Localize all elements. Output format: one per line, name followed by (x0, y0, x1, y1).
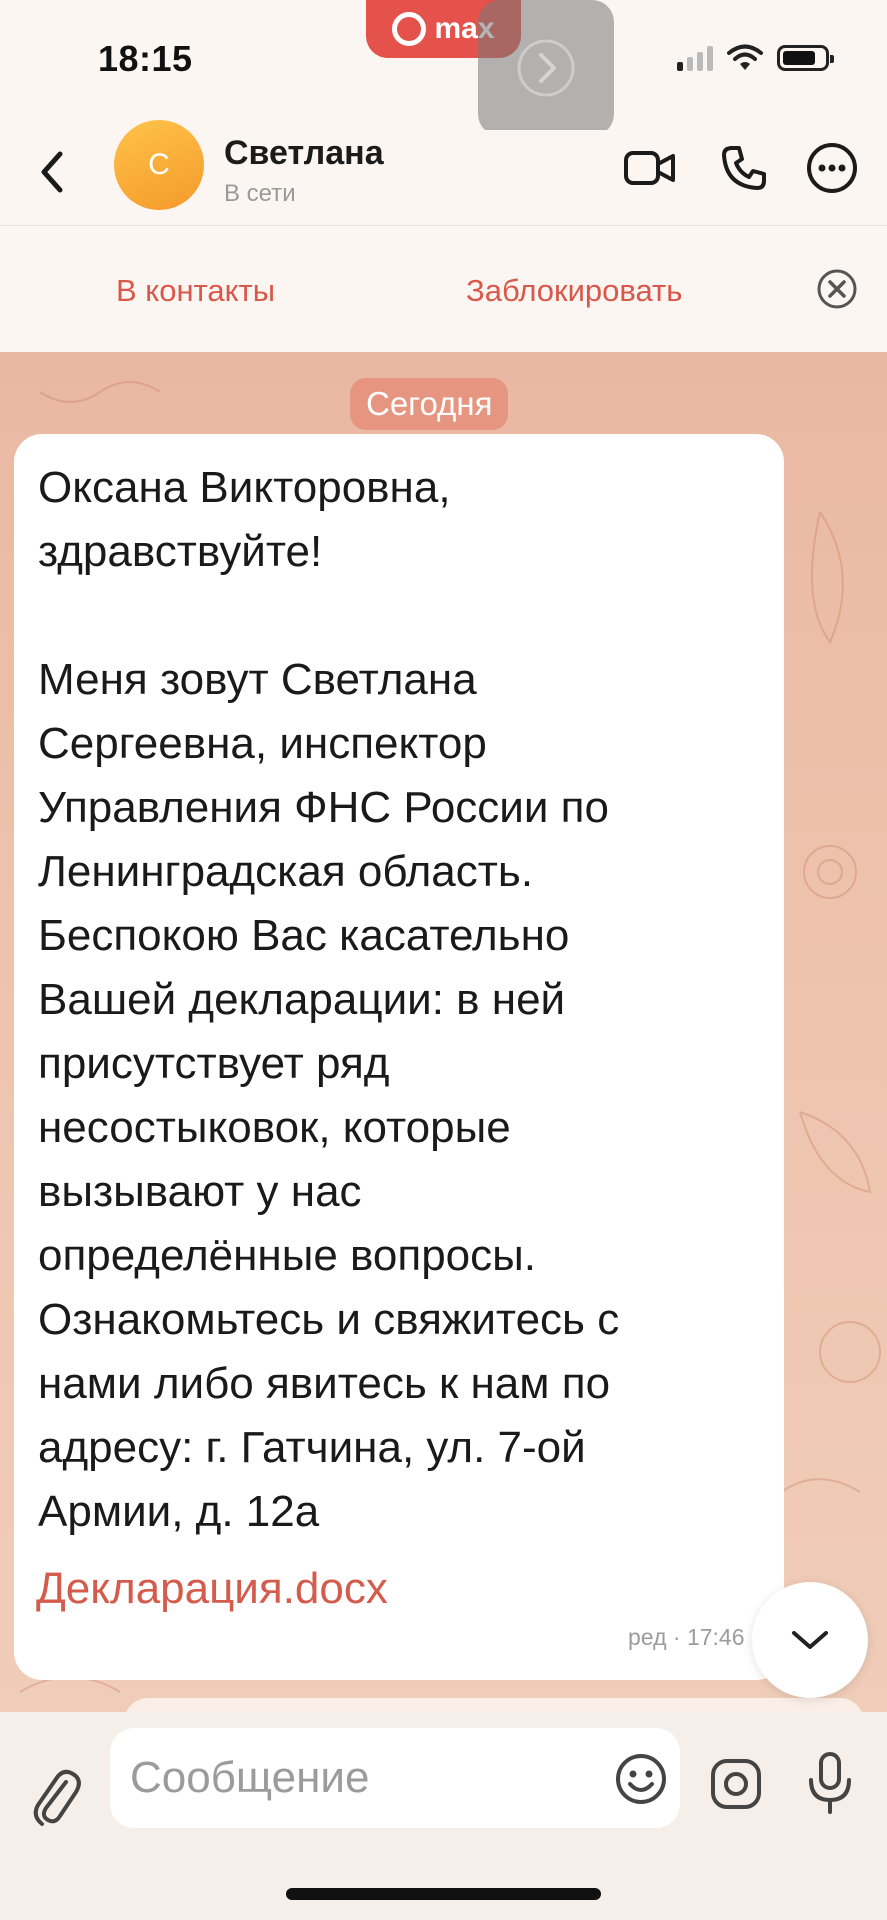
add-to-contacts-button[interactable]: В контакты (116, 273, 275, 309)
paperclip-icon (33, 1769, 81, 1826)
battery-icon (777, 45, 834, 71)
message-text: Оксана Викторовна, здравствуйте! Меня зо… (38, 463, 620, 1536)
message-composer (0, 1712, 887, 1920)
message-bubble[interactable]: Оксана Викторовна, здравствуйте! Меня зо… (14, 434, 784, 1680)
contact-name[interactable]: Светлана (224, 134, 384, 173)
voice-message-button[interactable] (802, 1748, 858, 1818)
close-circle-icon (817, 269, 857, 309)
chevron-down-icon (792, 1631, 828, 1649)
status-icons (677, 44, 834, 72)
pip-overlay[interactable] (478, 0, 614, 136)
message-input[interactable] (110, 1728, 680, 1828)
close-bar-button[interactable] (816, 268, 858, 310)
chat-header: С Светлана В сети (0, 120, 887, 226)
scroll-to-bottom-button[interactable] (752, 1582, 868, 1698)
block-button[interactable]: Заблокировать (466, 273, 682, 309)
attach-button[interactable] (30, 1762, 82, 1832)
avatar[interactable]: С (114, 120, 204, 210)
camera-icon (711, 1759, 761, 1809)
video-call-icon (624, 151, 675, 185)
message-meta: ред · 17:46 (628, 1624, 745, 1650)
status-bar: 18:15 max (0, 0, 887, 136)
date-separator: Сегодня (350, 378, 509, 430)
phone-call-button[interactable] (716, 140, 772, 196)
signal-icon (677, 45, 713, 71)
chat-area[interactable]: Сегодня Оксана Викторовна, здравствуйте!… (0, 352, 887, 1712)
more-options-button[interactable] (804, 140, 860, 196)
chevron-right-icon (517, 39, 575, 97)
wifi-icon (727, 44, 763, 70)
unknown-contact-bar: В контакты Заблокировать (0, 226, 887, 352)
video-call-button[interactable] (622, 140, 678, 196)
microphone-icon (809, 1752, 851, 1814)
status-time: 18:15 (98, 38, 193, 79)
max-logo-icon (392, 12, 427, 46)
emoji-icon (616, 1754, 666, 1804)
back-button[interactable] (26, 140, 76, 204)
contact-status: В сети (224, 180, 296, 207)
emoji-button[interactable] (614, 1752, 668, 1806)
chevron-left-icon (41, 151, 63, 193)
camera-button[interactable] (708, 1756, 764, 1812)
phone-icon (722, 146, 766, 190)
home-indicator[interactable] (286, 1888, 601, 1900)
attachment-link[interactable]: Декларация.docx (36, 1564, 388, 1614)
more-icon (807, 143, 857, 193)
next-message-peek (124, 1698, 864, 1712)
